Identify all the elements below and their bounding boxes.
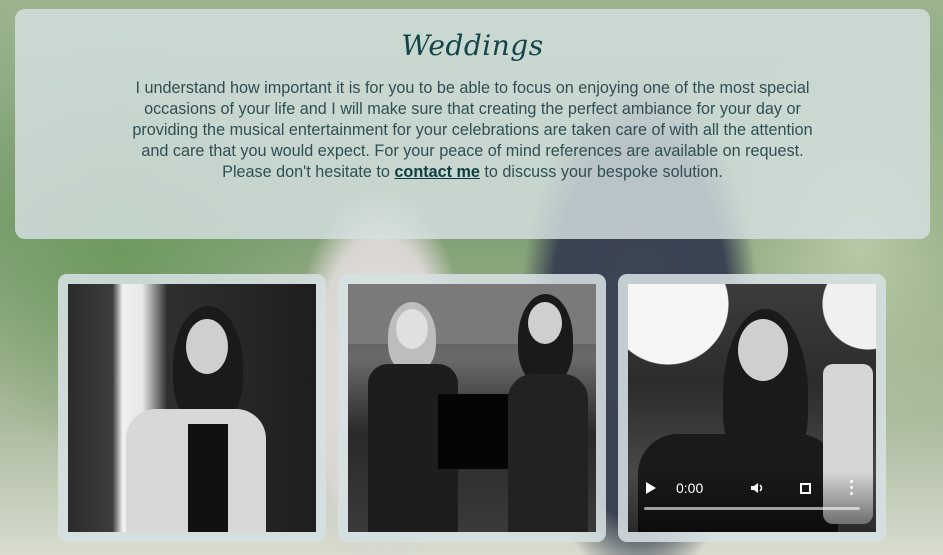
video-card: 0:00 (618, 274, 886, 542)
photo-detail (186, 319, 228, 374)
section-title: Weddings (401, 29, 544, 62)
fullscreen-icon[interactable] (800, 483, 811, 494)
video-progress-bar[interactable] (644, 507, 860, 510)
duo-performance-photo (348, 284, 596, 532)
photo-detail (528, 302, 562, 344)
volume-icon[interactable] (750, 481, 764, 495)
video-player[interactable]: 0:00 (628, 284, 876, 532)
contact-me-link[interactable]: contact me (394, 163, 479, 181)
photo-detail (508, 374, 588, 532)
intro-text-end: to discuss your bespoke solution. (479, 163, 723, 181)
weddings-intro-panel: Weddings I understand how important it i… (15, 9, 930, 239)
video-controls: 0:00 (628, 472, 876, 532)
intro-paragraph: I understand how important it is for you… (118, 78, 828, 183)
photo-detail (738, 319, 788, 381)
portrait-photo (68, 284, 316, 532)
photo-card-2 (338, 274, 606, 542)
more-options-icon[interactable] (850, 480, 854, 496)
play-icon[interactable] (646, 482, 656, 494)
photo-card-1 (58, 274, 326, 542)
video-time: 0:00 (676, 480, 704, 496)
photo-detail (396, 309, 428, 349)
photo-detail (188, 424, 228, 532)
